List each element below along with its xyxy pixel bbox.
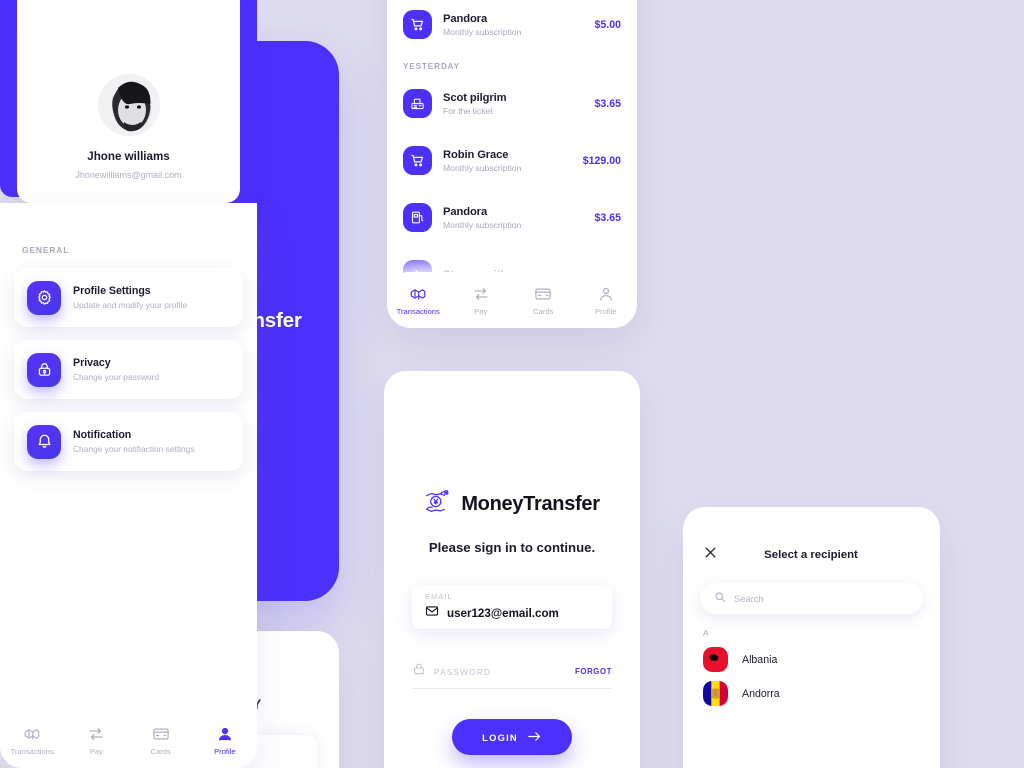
email-field[interactable]: EMAIL user123@email.com xyxy=(412,585,612,629)
profile-panel: Jhone williams Jhonewilliams@gmail.com G… xyxy=(0,0,257,768)
table-row[interactable]: Scot pilgrim For the ticket $3.65 xyxy=(403,75,621,132)
tab-profile[interactable]: Profile xyxy=(193,725,257,756)
email-field-value: user123@email.com xyxy=(447,607,559,620)
transactions-panel: Pandora Monthly subscription $5.00 YESTE… xyxy=(387,0,637,328)
list-item[interactable]: Andorra xyxy=(683,672,940,706)
setting-title: Notification xyxy=(73,429,132,441)
tab-label: Pay xyxy=(474,306,488,316)
profile-name: Jhone williams xyxy=(87,150,170,163)
transaction-subtitle: For the ticket xyxy=(443,105,493,116)
fuel-pump-icon xyxy=(403,203,432,232)
transaction-name: Pandora xyxy=(443,12,488,25)
transaction-subtitle: Monthly subscription xyxy=(443,219,522,230)
country-name: Albania xyxy=(742,653,778,666)
login-logo: MoneyTransfer xyxy=(424,487,600,521)
forgot-password-link[interactable]: FORGOT xyxy=(575,667,612,676)
password-placeholder: PASSWORD xyxy=(434,666,492,677)
tab-label: Pay xyxy=(89,746,103,756)
app-wordmark: MoneyTransfer xyxy=(461,492,600,515)
profile-header-card: Jhone williams Jhonewilliams@gmail.com xyxy=(17,0,240,203)
list-item[interactable]: Albania xyxy=(683,638,940,672)
search-placeholder: Search xyxy=(734,593,764,604)
app-showcase: MoneyTransfer SELECT HOW TO SEND YOUR MO… xyxy=(0,0,1024,768)
transaction-name: Pandora xyxy=(443,205,488,218)
bottom-tabbar: Transactions Pay Cards Profile xyxy=(387,272,637,328)
setting-subtitle: Change your notifiaction settings xyxy=(73,444,195,454)
bottom-tabbar: Transactions Pay Cards Profile xyxy=(0,712,257,768)
transaction-name: Robin Grace xyxy=(443,148,509,161)
password-field[interactable]: PASSWORD FORGOT xyxy=(412,655,612,689)
profile-settings-body: GENERAL Profile Settings Update and modi… xyxy=(0,203,257,768)
money-exchange-hands-icon xyxy=(424,487,453,521)
tab-transactions[interactable]: Transactions xyxy=(387,285,450,316)
login-button-label: LOGIN xyxy=(482,731,518,743)
table-row[interactable]: Pandora Monthly subscription $5.00 xyxy=(403,0,621,53)
select-recipient-panel: Select a recipient Search A Albania Ando… xyxy=(683,507,940,768)
page-title: Select a recipient xyxy=(764,549,858,561)
table-row[interactable]: Robin Grace Monthly subscription $129.00 xyxy=(403,132,621,189)
transaction-subtitle: Monthly subscription xyxy=(443,162,522,173)
lock-icon xyxy=(412,662,426,681)
sidebar-item-privacy[interactable]: Privacy Change your password xyxy=(14,340,243,399)
gear-icon xyxy=(27,280,61,315)
shopping-cart-icon xyxy=(403,10,432,39)
day-divider-label: YESTERDAY xyxy=(403,62,460,71)
transaction-subtitle: Monthly subscription xyxy=(443,26,522,37)
alpha-section-label: A xyxy=(703,629,709,638)
profile-email: Jhonewilliams@gmail.com xyxy=(75,170,182,180)
setting-title: Profile Settings xyxy=(73,285,151,297)
search-input[interactable]: Search xyxy=(700,583,923,614)
albania-flag-icon xyxy=(703,647,728,672)
tab-label: Cards xyxy=(150,746,171,756)
tab-label: Cards xyxy=(533,306,554,316)
transaction-amount: $3.65 xyxy=(594,211,621,224)
setting-subtitle: Update and modify your profile xyxy=(73,300,188,310)
country-name: Andorra xyxy=(742,687,780,700)
transactions-list[interactable]: Pandora Monthly subscription $5.00 YESTE… xyxy=(387,0,637,303)
transaction-amount: $3.65 xyxy=(594,97,621,110)
tab-label: Profile xyxy=(594,306,617,316)
tab-cards[interactable]: Cards xyxy=(129,725,193,756)
andorra-flag-icon xyxy=(703,681,728,706)
tab-label: Transactions xyxy=(10,746,54,756)
tab-transactions[interactable]: Transactions xyxy=(0,725,64,756)
setting-subtitle: Change your password xyxy=(73,372,160,382)
table-row[interactable]: Pandora Monthly subscription $3.65 xyxy=(403,189,621,246)
shopping-cart-icon xyxy=(403,146,432,175)
settings-section-label: GENERAL xyxy=(22,245,70,255)
tab-label: Profile xyxy=(214,746,236,756)
sidebar-item-profile-settings[interactable]: Profile Settings Update and modify your … xyxy=(14,268,243,327)
tab-label: Transactions xyxy=(396,306,440,316)
email-field-label: EMAIL xyxy=(425,592,453,601)
lock-icon xyxy=(27,352,61,387)
tab-pay[interactable]: Pay xyxy=(64,725,128,756)
sidebar-item-notification[interactable]: Notification Change your notifiaction se… xyxy=(14,412,243,471)
avatar xyxy=(97,74,160,136)
transaction-amount: $129.00 xyxy=(582,154,621,167)
envelope-icon xyxy=(425,604,439,623)
close-icon[interactable] xyxy=(703,545,718,565)
login-button[interactable]: LOGIN xyxy=(452,719,572,755)
bell-icon xyxy=(27,424,61,459)
login-subtitle: Please sign in to continue. xyxy=(428,540,596,555)
tab-pay[interactable]: Pay xyxy=(450,285,513,316)
cash-register-icon xyxy=(403,89,432,118)
search-icon xyxy=(714,590,726,608)
tab-profile[interactable]: Profile xyxy=(575,285,638,316)
transaction-amount: $5.00 xyxy=(594,18,621,31)
login-panel: MoneyTransfer Please sign in to continue… xyxy=(384,371,640,768)
arrow-right-icon xyxy=(527,730,542,745)
setting-title: Privacy xyxy=(73,357,111,369)
tab-cards[interactable]: Cards xyxy=(512,285,575,316)
transaction-name: Scot pilgrim xyxy=(443,91,507,104)
